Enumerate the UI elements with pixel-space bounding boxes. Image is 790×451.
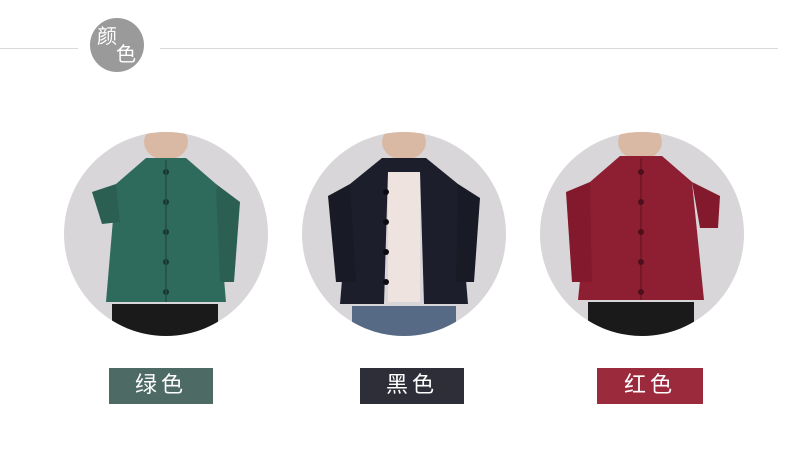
- black-jacket-photo: [302, 132, 506, 336]
- section-title-char-1: 颜: [97, 24, 117, 48]
- green-jacket-photo: [64, 132, 268, 336]
- red-jacket-photo: [540, 132, 744, 336]
- header-divider-left: [0, 48, 78, 49]
- color-option-black[interactable]: 黑色: [360, 368, 464, 404]
- section-title-char-2: 色: [116, 42, 136, 66]
- header-divider-right: [160, 48, 778, 49]
- color-option-red[interactable]: 红色: [597, 368, 703, 404]
- section-title-badge: 颜 色: [90, 18, 144, 72]
- color-option-green[interactable]: 绿色: [109, 368, 213, 404]
